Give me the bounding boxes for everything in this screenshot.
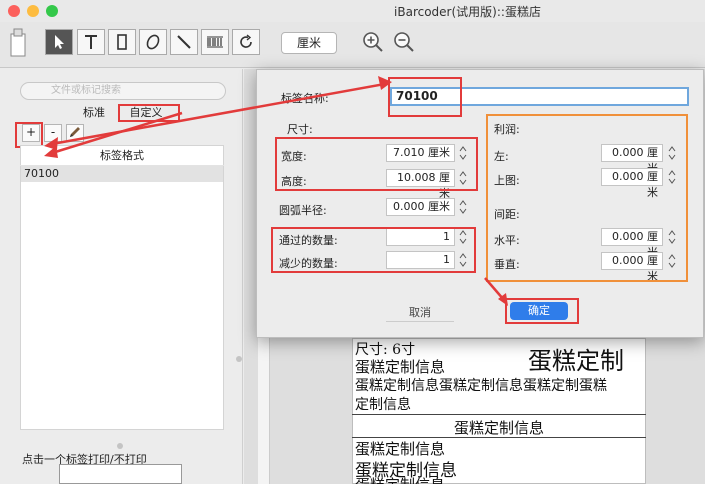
annotation-arrows — [44, 76, 508, 306]
